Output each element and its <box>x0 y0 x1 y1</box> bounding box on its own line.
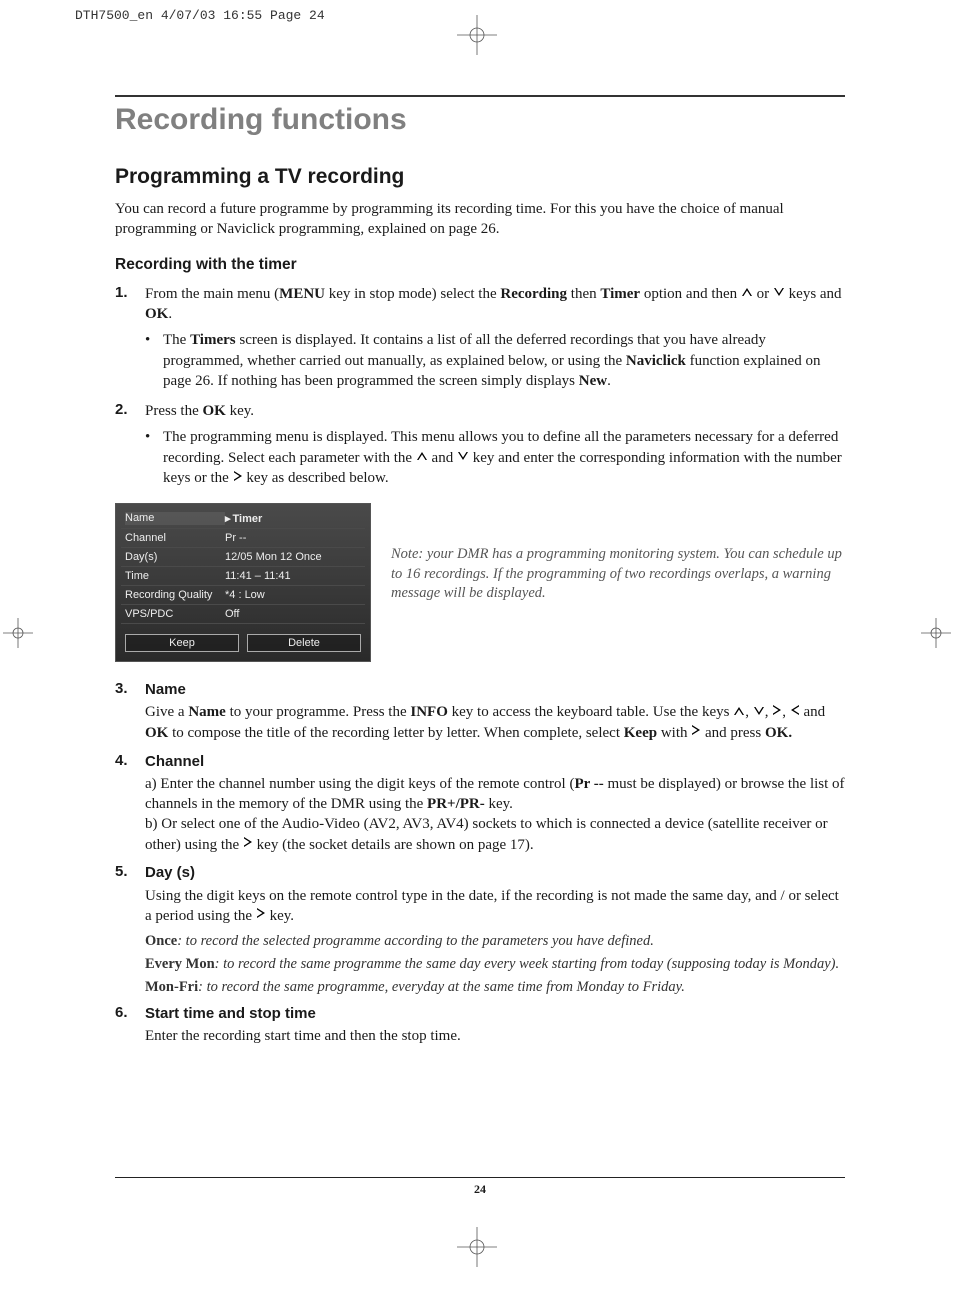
page-header-meta: DTH7500_en 4/07/03 16:55 Page 24 <box>75 8 325 23</box>
step-number: 1. <box>115 284 145 392</box>
right-arrow-icon <box>772 702 782 722</box>
delete-button: Delete <box>247 634 361 652</box>
timer-menu-figure: Name▸TimerChannelPr --Day(s)12/05 Mon 12… <box>115 503 371 662</box>
def-every-mon: Every Mon: to record the same programme … <box>145 956 845 973</box>
figure-row: Day(s)12/05 Mon 12 Once <box>121 548 365 567</box>
step-6: 6. Start time and stop time Enter the re… <box>115 1004 845 1047</box>
figure-row: VPS/PDCOff <box>121 605 365 624</box>
main-title: Recording functions <box>115 95 845 137</box>
def-mon-fri: Mon-Fri: to record the same programme, e… <box>145 979 845 996</box>
step-number: 6. <box>115 1004 145 1047</box>
step-content: Press the OK key. • The programming menu… <box>145 401 845 489</box>
step-number: 3. <box>115 680 145 744</box>
step-content: Channel a) Enter the channel number usin… <box>145 752 845 856</box>
step-5: 5. Day (s) Using the digit keys on the r… <box>115 863 845 926</box>
figure-row: Time11:41 – 11:41 <box>121 567 365 586</box>
left-arrow-icon <box>790 702 800 722</box>
step-content: Day (s) Using the digit keys on the remo… <box>145 863 845 926</box>
registration-mark-top <box>457 15 497 55</box>
right-arrow-icon <box>691 722 701 742</box>
down-arrow-icon <box>753 702 765 722</box>
up-arrow-icon <box>741 283 753 303</box>
step-number: 5. <box>115 863 145 926</box>
step-1: 1. From the main menu (MENU key in stop … <box>115 284 845 392</box>
step-2: 2. Press the OK key. • The programming m… <box>115 401 845 489</box>
step-content: From the main menu (MENU key in stop mod… <box>145 284 845 392</box>
step-number: 2. <box>115 401 145 489</box>
registration-mark-right <box>921 618 951 648</box>
step-number: 4. <box>115 752 145 856</box>
step-content: Name Give a Name to your programme. Pres… <box>145 680 845 744</box>
def-once: Once: to record the selected programme a… <box>145 933 845 950</box>
section-title: Programming a TV recording <box>115 165 845 189</box>
figure-row: Name▸Timer <box>121 509 365 529</box>
right-arrow-icon <box>233 468 243 488</box>
step-content: Start time and stop time Enter the recor… <box>145 1004 845 1047</box>
step-4: 4. Channel a) Enter the channel number u… <box>115 752 845 856</box>
up-arrow-icon <box>416 447 428 467</box>
subheading: Recording with the timer <box>115 256 845 274</box>
registration-mark-bottom <box>457 1227 497 1267</box>
intro-paragraph: You can record a future programme by pro… <box>115 199 845 240</box>
figure-row: ChannelPr -- <box>121 529 365 548</box>
right-arrow-icon <box>256 905 266 925</box>
down-arrow-icon <box>457 447 469 467</box>
step-3: 3. Name Give a Name to your programme. P… <box>115 680 845 744</box>
page-number: 24 <box>115 1177 845 1197</box>
down-arrow-icon <box>773 283 785 303</box>
figure-row: Recording Quality*4 : Low <box>121 586 365 605</box>
up-arrow-icon <box>733 702 745 722</box>
registration-mark-left <box>3 618 33 648</box>
right-arrow-icon <box>243 834 253 854</box>
note-text: Note: your DMR has a programming monitor… <box>371 503 845 604</box>
keep-button: Keep <box>125 634 239 652</box>
